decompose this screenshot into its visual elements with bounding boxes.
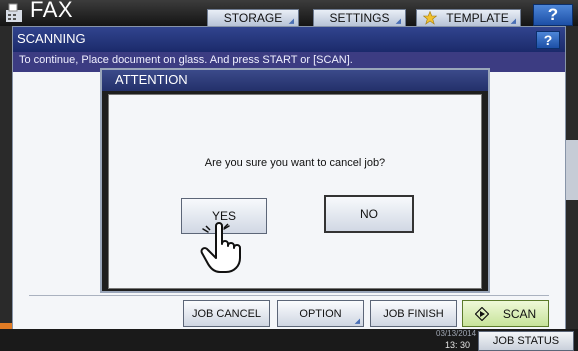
app-title: FAX	[30, 0, 74, 22]
help-button[interactable]: ?	[533, 4, 573, 26]
dialog-question: Are you sure you want to cancel job?	[204, 157, 386, 169]
scan-icon	[474, 306, 489, 321]
star-icon	[423, 11, 437, 25]
dialog-title: ATTENTION	[115, 72, 188, 87]
top-bar: FAX STORAGE ◢ SETTINGS ◢ TEMPLATE ◢ ?	[0, 0, 578, 26]
dialog-header: ATTENTION	[102, 70, 488, 91]
instruction-text: To continue, Place document on glass. An…	[19, 54, 353, 66]
divider	[29, 295, 549, 296]
tab-settings[interactable]: SETTINGS ◢	[313, 9, 406, 26]
no-label: NO	[360, 207, 378, 221]
time-text: 13: 30	[444, 340, 470, 350]
job-finish-label: JOB FINISH	[383, 307, 444, 320]
option-label: OPTION	[299, 307, 342, 320]
corner-arrow-icon: ◢	[510, 18, 516, 25]
scan-button[interactable]: SCAN	[462, 300, 549, 327]
fax-icon	[6, 3, 22, 22]
option-button[interactable]: OPTION ◢	[277, 300, 364, 327]
scan-label: SCAN	[502, 306, 537, 321]
tab-storage[interactable]: STORAGE ◢	[207, 9, 299, 26]
tab-settings-label: SETTINGS	[329, 11, 390, 25]
attention-dialog: ATTENTION Are you sure you want to cance…	[100, 68, 490, 293]
job-status-label: JOB STATUS	[492, 335, 560, 347]
job-finish-button[interactable]: JOB FINISH	[370, 300, 457, 327]
job-cancel-label: JOB CANCEL	[191, 307, 262, 320]
hand-pointer-icon	[200, 220, 241, 273]
job-cancel-button[interactable]: JOB CANCEL	[183, 300, 270, 327]
tab-template[interactable]: TEMPLATE ◢	[416, 9, 521, 26]
corner-arrow-icon: ◢	[395, 18, 401, 25]
panel-header: SCANNING ?	[13, 27, 565, 52]
dialog-body: Are you sure you want to cancel job? YES…	[108, 94, 482, 289]
scrollbar-track	[566, 140, 578, 200]
tab-storage-label: STORAGE	[223, 11, 283, 25]
job-status-button[interactable]: JOB STATUS	[478, 331, 574, 351]
corner-arrow-icon: ◢	[354, 318, 360, 325]
date-text: 03/13/2014	[436, 329, 477, 338]
panel-title: SCANNING	[17, 31, 86, 46]
no-button[interactable]: NO	[324, 195, 414, 233]
tab-template-label: TEMPLATE	[446, 11, 509, 25]
corner-arrow-icon: ◢	[288, 18, 294, 25]
panel-help-button[interactable]: ?	[536, 31, 560, 49]
